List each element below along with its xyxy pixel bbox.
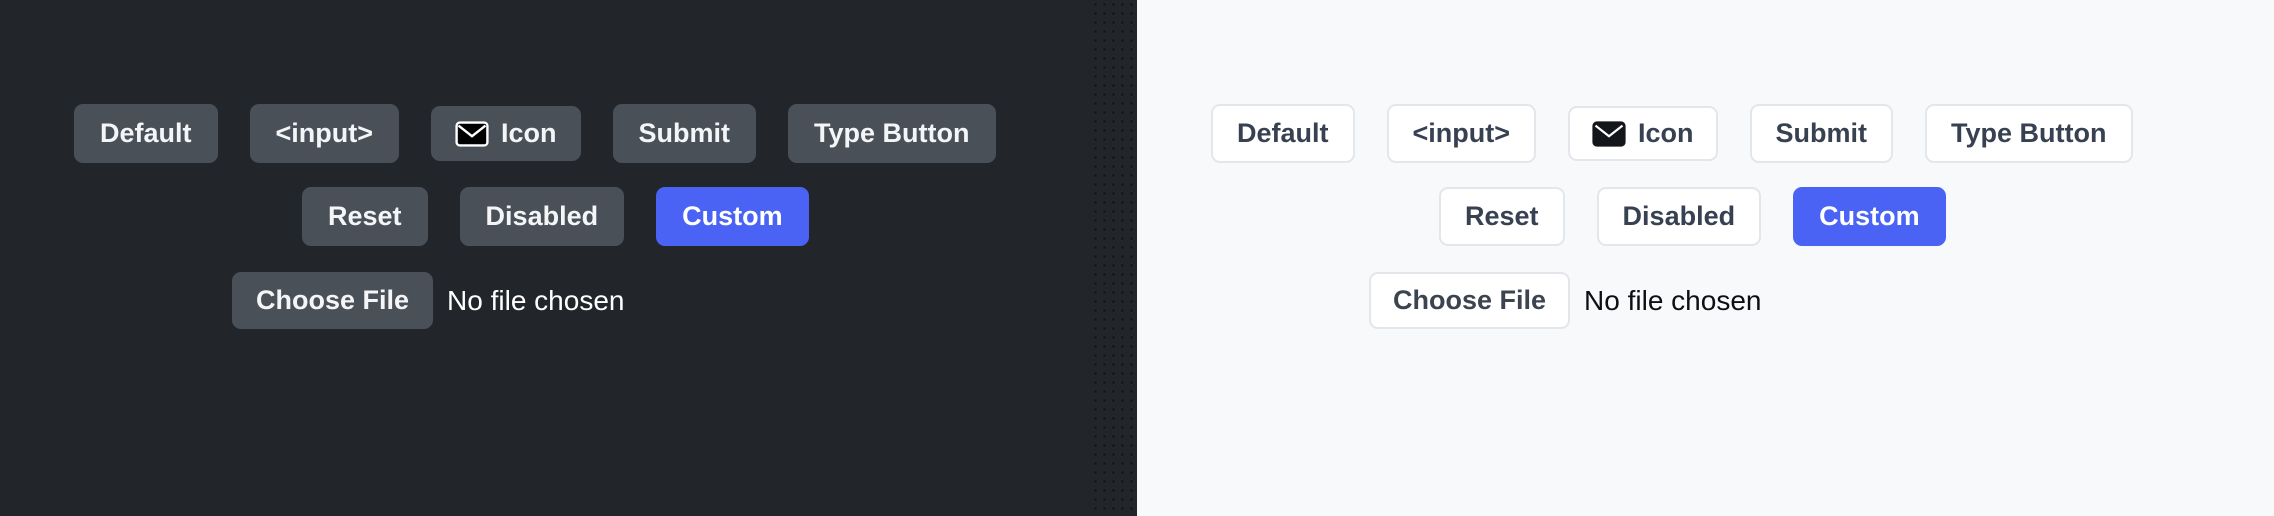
button-input-light[interactable]: <input> <box>1386 104 1537 163</box>
dark-button-rows: Default <input> Icon Submit Type Button … <box>0 0 1137 329</box>
button-icon-label-light: Icon <box>1638 118 1694 148</box>
button-disabled-dark[interactable]: Disabled <box>459 187 625 246</box>
dark-row-secondary-buttons: Reset Disabled Custom <box>0 187 1137 246</box>
dark-theme-panel: Default <input> Icon Submit Type Button … <box>0 0 1137 516</box>
button-type-button-dark[interactable]: Type Button <box>788 104 996 163</box>
button-reset-light[interactable]: Reset <box>1439 187 1565 246</box>
light-row-file-input: Choose File No file chosen <box>1137 272 2274 329</box>
choose-file-button-light[interactable]: Choose File <box>1369 272 1571 329</box>
button-custom-dark[interactable]: Custom <box>656 187 809 246</box>
light-button-rows: Default <input> Icon Submit Type Button … <box>1137 0 2274 329</box>
file-input-dark[interactable]: Choose File No file chosen <box>232 272 624 329</box>
button-custom-light[interactable]: Custom <box>1793 187 1946 246</box>
button-input-dark[interactable]: <input> <box>249 104 400 163</box>
button-submit-light[interactable]: Submit <box>1749 104 1894 163</box>
button-default-dark[interactable]: Default <box>74 104 218 163</box>
envelope-icon <box>1592 120 1626 147</box>
button-icon-label-dark: Icon <box>501 118 557 148</box>
button-default-light[interactable]: Default <box>1211 104 1355 163</box>
choose-file-button-dark[interactable]: Choose File <box>232 272 434 329</box>
button-disabled-light[interactable]: Disabled <box>1596 187 1762 246</box>
button-icon-dark[interactable]: Icon <box>431 106 581 161</box>
light-theme-panel: Default <input> Icon Submit Type Button … <box>1137 0 2274 516</box>
dark-row-file-input: Choose File No file chosen <box>0 272 1137 329</box>
button-reset-dark[interactable]: Reset <box>302 187 428 246</box>
file-status-text-light: No file chosen <box>1584 284 1762 316</box>
light-row-primary-buttons: Default <input> Icon Submit Type Button <box>1137 104 2274 163</box>
button-submit-dark[interactable]: Submit <box>612 104 757 163</box>
file-input-light[interactable]: Choose File No file chosen <box>1369 272 1761 329</box>
envelope-icon <box>455 120 489 147</box>
file-status-text-dark: No file chosen <box>447 284 625 316</box>
button-type-button-light[interactable]: Type Button <box>1925 104 2133 163</box>
light-row-secondary-buttons: Reset Disabled Custom <box>1137 187 2274 246</box>
button-icon-light[interactable]: Icon <box>1568 106 1718 161</box>
theme-comparison-split: Default <input> Icon Submit Type Button … <box>0 0 2274 516</box>
dark-row-primary-buttons: Default <input> Icon Submit Type Button <box>0 104 1137 163</box>
